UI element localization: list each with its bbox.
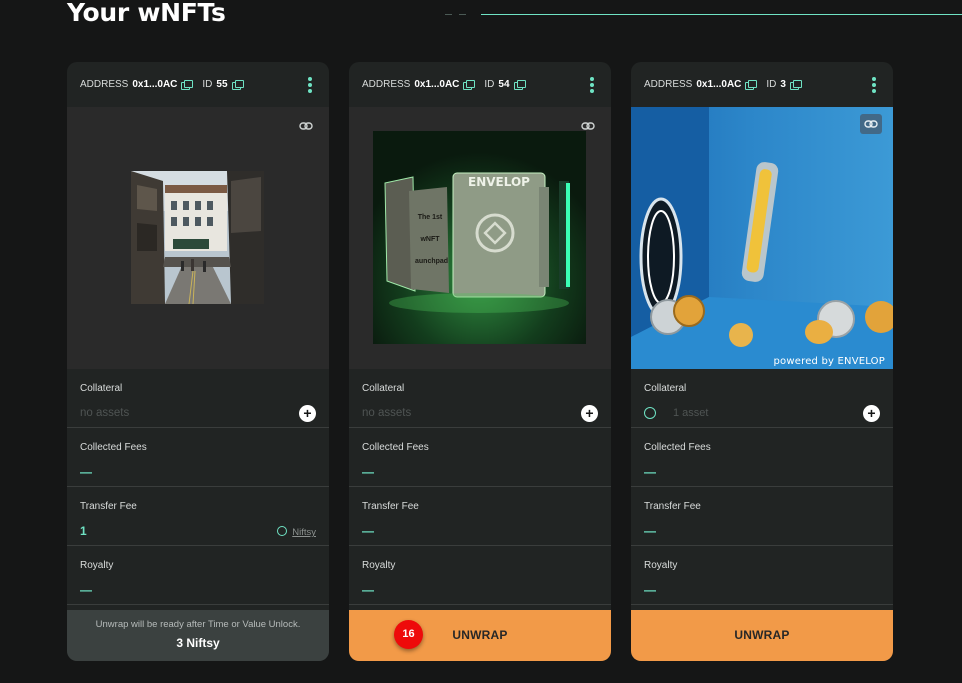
link-icon[interactable] (860, 114, 882, 134)
royalty-section: Royalty — (349, 546, 611, 605)
fees-label: Collected Fees (644, 442, 711, 453)
id-label: ID (484, 79, 495, 90)
fees-label: Collected Fees (80, 442, 147, 453)
more-menu-icon[interactable] (304, 76, 316, 94)
transfer-fee-section: Transfer Fee — (349, 487, 611, 546)
unwrap-note: Unwrap will be ready after Time or Value… (95, 619, 301, 630)
unwrap-button[interactable]: UNWRAP (631, 610, 893, 661)
token-icon (644, 407, 656, 419)
address-value: 0x1...0AC (132, 79, 178, 90)
unwrap-locked-footer: Unwrap will be ready after Time or Value… (67, 610, 329, 661)
royalty-section: Royalty — (67, 546, 329, 605)
add-collateral-button[interactable]: + (581, 405, 598, 422)
add-collateral-button[interactable]: + (299, 405, 316, 422)
watermark: powered by ENVELOP (773, 356, 885, 367)
collateral-section: Collateral 1 asset + (631, 369, 893, 428)
card-header: ADDRESS 0x1...0AC ID 55 (67, 62, 329, 107)
fees-label: Collected Fees (362, 442, 429, 453)
copy-icon[interactable] (745, 80, 758, 90)
fees-value: — (80, 465, 92, 479)
transfer-fee-label: Transfer Fee (644, 501, 701, 512)
link-icon[interactable] (296, 119, 316, 133)
address-label: ADDRESS (80, 79, 129, 90)
fees-value: — (362, 465, 374, 479)
unwrap-label[interactable]: UNWRAP (631, 628, 893, 642)
collateral-value: no assets (80, 407, 130, 419)
transfer-fee-label: Transfer Fee (80, 501, 137, 512)
wnft-card: ADDRESS 0x1...0AC ID 54 ENVELOP The 1st … (349, 62, 611, 661)
nft-media (67, 107, 329, 369)
wnft-card: ADDRESS 0x1...0AC ID 55 Collateral no as… (67, 62, 329, 661)
unwrap-price: 3 Niftsy (176, 636, 220, 650)
address-label: ADDRESS (644, 79, 693, 90)
royalty-label: Royalty (644, 560, 678, 571)
unwrap-label[interactable]: UNWRAP (349, 628, 611, 642)
copy-icon[interactable] (463, 80, 476, 90)
transfer-fee-token[interactable]: Niftsy (277, 526, 316, 538)
id-label: ID (766, 79, 777, 90)
royalty-value: — (80, 583, 92, 597)
address-label: ADDRESS (362, 79, 411, 90)
more-menu-icon[interactable] (868, 76, 880, 94)
vault-artwork (631, 107, 893, 369)
transfer-fee-value: — (644, 524, 656, 538)
transfer-fee-section: Transfer Fee — (631, 487, 893, 546)
address-value: 0x1...0AC (414, 79, 460, 90)
copy-icon[interactable] (513, 80, 526, 90)
card-header: ADDRESS 0x1...0AC ID 3 (631, 62, 893, 107)
token-name[interactable]: Niftsy (292, 527, 316, 538)
id-value: 55 (216, 79, 228, 90)
royalty-section: Royalty — (631, 546, 893, 605)
card-header: ADDRESS 0x1...0AC ID 54 (349, 62, 611, 107)
page-title: Your wNFTs (67, 0, 226, 27)
fees-section: Collected Fees — (349, 428, 611, 487)
wnft-card: ADDRESS 0x1...0AC ID 3 powered by ENVELO… (631, 62, 893, 661)
royalty-value: — (362, 583, 374, 597)
street-photo (131, 171, 264, 304)
transfer-fee-value: — (362, 524, 374, 538)
collateral-section: Collateral no assets + (67, 369, 329, 428)
collateral-value: no assets (362, 407, 412, 419)
copy-icon[interactable] (789, 80, 802, 90)
token-icon (277, 526, 288, 536)
more-menu-icon[interactable] (586, 76, 598, 94)
id-value: 54 (498, 79, 510, 90)
transfer-fee-section: Transfer Fee 1 Niftsy (67, 487, 329, 546)
address-value: 0x1...0AC (696, 79, 742, 90)
transfer-fee-value: 1 (80, 524, 87, 538)
artwork-side-line: aunchpad (415, 258, 449, 265)
artwork-title: ENVELOP (468, 175, 530, 189)
collateral-label: Collateral (644, 383, 687, 394)
add-collateral-button[interactable]: + (863, 405, 880, 422)
transfer-fee-label: Transfer Fee (362, 501, 419, 512)
envelop-artwork (373, 131, 586, 344)
id-value: 3 (780, 79, 786, 90)
copy-icon[interactable] (231, 80, 244, 90)
title-dash (459, 14, 466, 15)
fees-section: Collected Fees — (631, 428, 893, 487)
collateral-section: Collateral no assets + (349, 369, 611, 428)
artwork-side-line: wNFT (420, 236, 440, 243)
fees-section: Collected Fees — (67, 428, 329, 487)
nft-media: powered by ENVELOP (631, 107, 893, 369)
artwork-side-line: The 1st (417, 214, 443, 221)
id-label: ID (202, 79, 213, 90)
collateral-label: Collateral (80, 383, 123, 394)
royalty-label: Royalty (80, 560, 114, 571)
fees-value: — (644, 465, 656, 479)
copy-icon[interactable] (181, 80, 194, 90)
nft-media: ENVELOP The 1st wNFT aunchpad (349, 107, 611, 369)
royalty-label: Royalty (362, 560, 396, 571)
collateral-value: 1 asset (673, 407, 709, 419)
unwrap-button[interactable]: 16 UNWRAP (349, 610, 611, 661)
collateral-label: Collateral (362, 383, 405, 394)
royalty-value: — (644, 583, 656, 597)
artwork-side-text: The 1st wNFT aunchpad (415, 207, 449, 273)
title-dash (445, 14, 452, 15)
title-divider (481, 14, 962, 15)
collateral-asset-row: 1 asset (644, 407, 708, 419)
